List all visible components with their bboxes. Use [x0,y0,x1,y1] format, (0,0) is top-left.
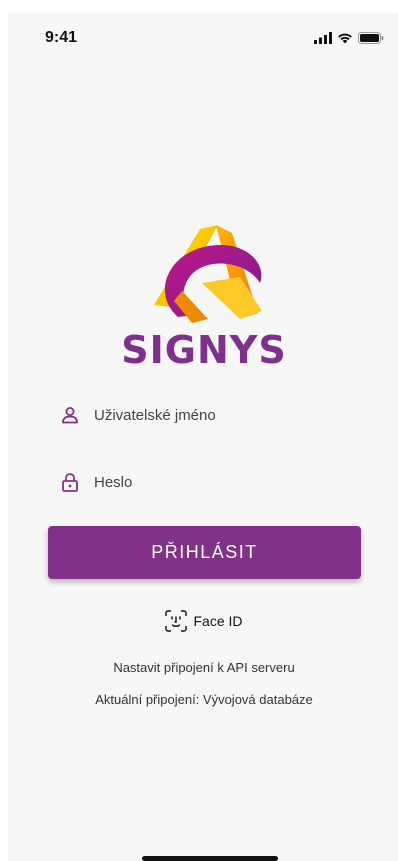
faceid-button[interactable]: Face ID [8,610,398,632]
status-time: 9:41 [45,29,78,46]
wifi-icon [338,33,352,44]
username-field[interactable] [60,399,360,431]
battery-icon [358,32,384,44]
api-current-connection: Aktuální připojení: Vývojová databáze [95,692,313,707]
status-icons [314,31,384,45]
lock-icon [60,472,80,492]
password-field[interactable] [60,466,360,498]
api-setup-link[interactable]: Nastavit připojení k API serveru [8,660,398,675]
user-icon [60,405,80,425]
faceid-icon [165,610,188,632]
signal-icon [314,32,332,44]
status-bar: 9:41 [8,13,398,57]
username-input[interactable] [94,406,334,424]
brand-name: SIGNYS [121,328,287,372]
login-button[interactable]: PŘIHLÁSIT [48,526,361,579]
login-screen: 9:41 SIGNYS Uživatelské jméno PŘIHLÁSIT … [8,13,398,861]
faceid-label: Face ID [193,613,243,629]
home-indicator [142,856,278,861]
password-input[interactable] [94,473,334,491]
